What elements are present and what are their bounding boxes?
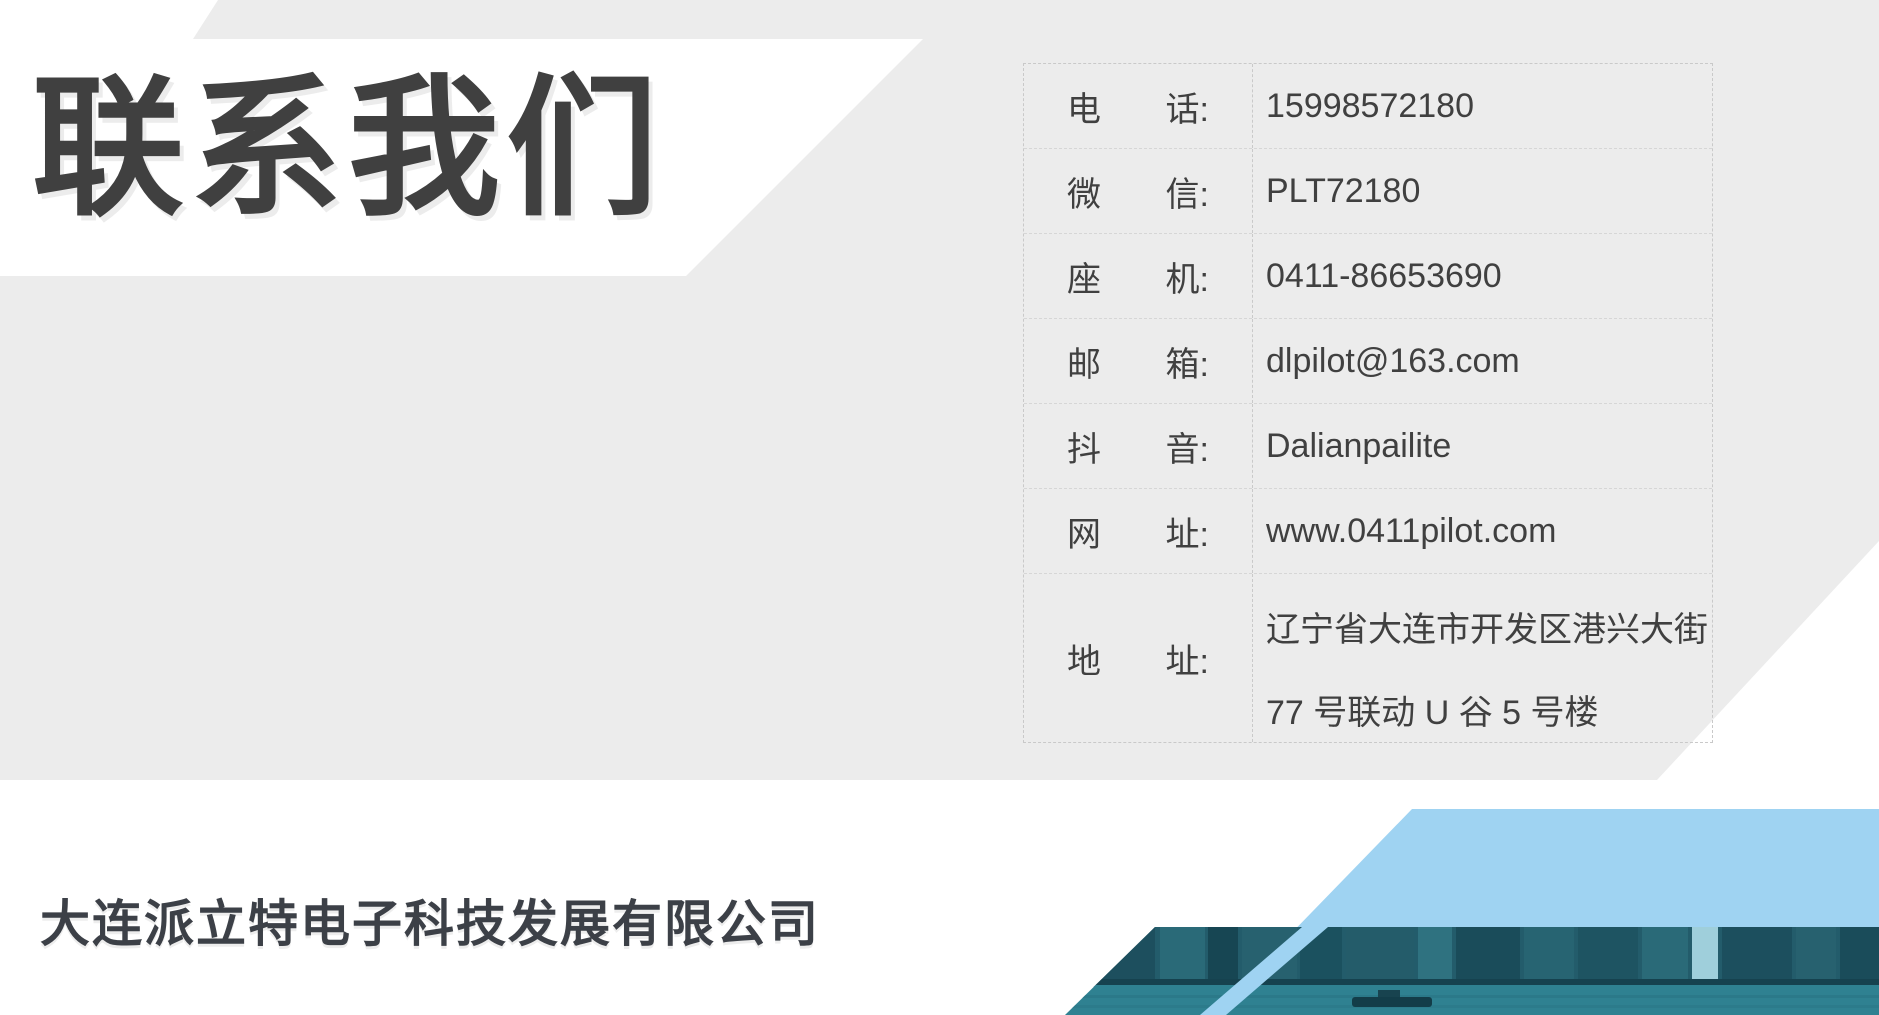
contact-value-email: dlpilot@163.com: [1253, 319, 1712, 403]
contact-label: 微 信:: [1024, 149, 1253, 233]
contact-value-address: 辽宁省大连市开发区港兴大街 77 号联动 U 谷 5 号楼: [1253, 574, 1712, 742]
slide-contact-us: 联系我们 电 话: 15998572180 微 信: PLT72180 座 机:…: [0, 0, 1879, 1015]
contact-row-phone: 电 话: 15998572180: [1024, 64, 1712, 148]
contact-label: 电 话:: [1024, 64, 1253, 148]
contact-value-landline: 0411-86653690: [1253, 234, 1712, 318]
address-line-2: 77 号联动 U 谷 5 号楼: [1266, 672, 1712, 755]
contact-label: 邮 箱:: [1024, 319, 1253, 403]
contact-row-website: 网 址: www.0411pilot.com: [1024, 488, 1712, 573]
contact-value-website: www.0411pilot.com: [1253, 489, 1712, 573]
contact-label: 座 机:: [1024, 234, 1253, 318]
contact-value-wechat: PLT72180: [1253, 149, 1712, 233]
contact-row-wechat: 微 信: PLT72180: [1024, 148, 1712, 233]
contact-row-address: 地 址: 辽宁省大连市开发区港兴大街 77 号联动 U 谷 5 号楼: [1024, 573, 1712, 742]
contact-card: 电 话: 15998572180 微 信: PLT72180 座 机: 0411…: [1023, 63, 1713, 743]
contact-value-phone: 15998572180: [1253, 64, 1712, 148]
cityscape-photo: [1065, 927, 1879, 1015]
address-line-1: 辽宁省大连市开发区港兴大街: [1266, 589, 1712, 672]
contact-row-email: 邮 箱: dlpilot@163.com: [1024, 318, 1712, 403]
contact-row-landline: 座 机: 0411-86653690: [1024, 233, 1712, 318]
contact-label: 网 址:: [1024, 489, 1253, 573]
contact-label: 抖 音:: [1024, 404, 1253, 488]
contact-label: 地 址:: [1024, 574, 1253, 742]
page-title: 联系我们: [32, 70, 664, 230]
company-name: 大连派立特电子科技发展有限公司: [40, 884, 820, 956]
contact-row-douyin: 抖 音: Dalianpailite: [1024, 403, 1712, 488]
contact-value-douyin: Dalianpailite: [1253, 404, 1712, 488]
